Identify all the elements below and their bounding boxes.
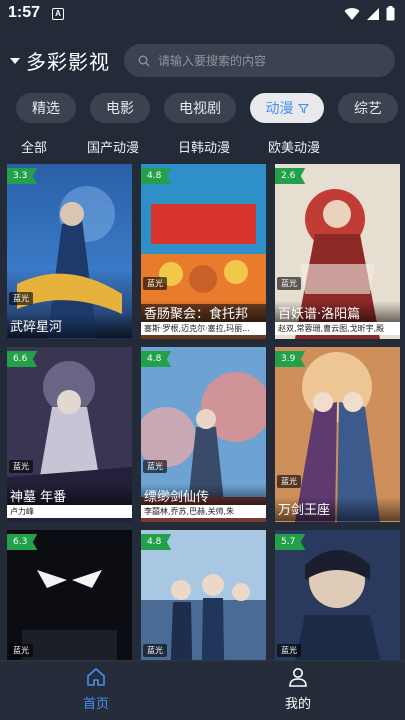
tab-anime[interactable]: 动漫 [250,93,324,123]
app-title: 多彩影视 [26,50,110,74]
filter-icon[interactable] [297,103,309,114]
rating-badge: 2.6 [275,168,306,184]
poster-card[interactable]: 4.8 蓝光 [141,530,266,660]
poster-image: 3.9 蓝光 万剑王座 [275,347,400,522]
quality-badge: 蓝光 [277,475,301,488]
poster-card[interactable]: 3.9 蓝光 万剑王座 [275,347,400,522]
brand-selector[interactable]: 多彩影视 [10,46,110,75]
rating-badge: 3.9 [275,351,306,367]
poster-image: 3.3 蓝光 武碎星河 [7,164,132,339]
bottom-navigation: 首页 我的 [0,660,405,720]
rating-badge: 4.8 [141,351,172,367]
poster-card[interactable]: 6.3 蓝光 [7,530,132,660]
tab-label: 动漫 [265,101,294,117]
subtab-chinese-anime[interactable]: 国产动漫 [87,137,139,156]
tab-featured[interactable]: 精选 [16,93,76,123]
subtab-all[interactable]: 全部 [21,137,47,156]
quality-badge: 蓝光 [277,644,301,657]
signal-icon [367,7,379,20]
sub-category-tabs: 全部 国产动漫 日韩动漫 欧美动漫 [0,137,405,157]
poster-image: 6.3 蓝光 [7,530,132,660]
card-title: 香肠聚会：食托邦 [141,301,266,322]
card-title: 缥缈剑仙传 [141,484,266,505]
poster-card[interactable]: 4.8 蓝光 缥缈剑仙传 李囍林,乔苏,巴赫,关帅,朱 [141,347,266,522]
notification-icon: A [52,8,64,20]
quality-badge: 蓝光 [9,460,33,473]
card-title: 百妖谱·洛阳篇 [275,301,400,322]
search-input[interactable] [158,53,378,68]
nav-home-label: 首页 [82,697,109,712]
poster-image: 6.6 蓝光 神墓 年番 卢力峰 [7,347,132,522]
card-actors: 塞斯·罗根,迈克尔·塞拉,玛丽... [141,322,266,335]
wifi-icon [344,7,360,20]
home-icon [87,668,105,686]
poster-image: 4.8 蓝光 香肠聚会：食托邦 塞斯·罗根,迈克尔·塞拉,玛丽... [141,164,266,339]
poster-image: 2.6 蓝光 百妖谱·洛阳篇 赵双,常蓉珊,曹云图,戈昕宇,殿 [275,164,400,339]
quality-badge: 蓝光 [143,644,167,657]
card-actors: 卢力峰 [7,505,132,518]
tab-tv-series[interactable]: 电视剧 [164,93,236,123]
tab-label: 电视剧 [179,101,221,117]
tab-variety[interactable]: 综艺 [338,93,398,123]
tab-label: 电影 [106,101,134,117]
quality-badge: 蓝光 [277,277,301,290]
card-actors: 李囍林,乔苏,巴赫,关帅,朱 [141,505,266,518]
subtab-western-anime[interactable]: 欧美动漫 [268,137,320,156]
card-title: 神墓 年番 [7,484,132,505]
poster-image: 4.8 蓝光 [141,530,266,660]
poster-card[interactable]: 5.7 蓝光 [275,530,400,660]
search-icon [138,55,150,66]
user-icon [289,668,307,687]
quality-badge: 蓝光 [9,292,33,305]
card-title: 万剑王座 [275,497,400,521]
quality-badge: 蓝光 [143,277,167,290]
poster-card[interactable]: 3.3 蓝光 武碎星河 [7,164,132,339]
nav-mine-label: 我的 [284,697,311,712]
tab-label: 精选 [32,101,60,117]
poster-image: 4.8 蓝光 缥缈剑仙传 李囍林,乔苏,巴赫,关帅,朱 [141,347,266,522]
rating-badge: 4.8 [141,168,172,184]
category-tabs: 精选 电影 电视剧 动漫 综艺 [0,93,405,125]
status-icons [344,6,395,21]
card-title: 武碎星河 [7,314,132,338]
quality-badge: 蓝光 [9,644,33,657]
subtab-japanese-korean-anime[interactable]: 日韩动漫 [178,137,230,156]
poster-card[interactable]: 4.8 蓝光 香肠聚会：食托邦 塞斯·罗根,迈克尔·塞拉,玛丽... [141,164,266,339]
nav-mine[interactable]: 我的 [268,667,328,712]
caret-down-icon [10,57,20,64]
nav-home[interactable]: 首页 [66,667,126,712]
tab-movies[interactable]: 电影 [90,93,150,123]
poster-image: 5.7 蓝光 [275,530,400,660]
battery-icon [386,6,395,21]
search-bar[interactable] [124,44,395,77]
poster-card[interactable]: 6.6 蓝光 神墓 年番 卢力峰 [7,347,132,522]
status-time: 1:57 [8,4,41,21]
card-actors: 赵双,常蓉珊,曹云图,戈昕宇,殿 [275,322,400,335]
status-bar: 1:57 A [0,0,405,30]
poster-grid: 3.3 蓝光 武碎星河 4.8 蓝光 香肠聚会：食托邦 塞斯·罗根,迈克尔·塞拉… [0,164,405,660]
rating-badge: 4.8 [141,534,172,550]
header: 多彩影视 [0,40,405,80]
poster-card[interactable]: 2.6 蓝光 百妖谱·洛阳篇 赵双,常蓉珊,曹云图,戈昕宇,殿 [275,164,400,339]
rating-badge: 5.7 [275,534,306,550]
quality-badge: 蓝光 [143,460,167,473]
tab-label: 综艺 [354,101,382,117]
